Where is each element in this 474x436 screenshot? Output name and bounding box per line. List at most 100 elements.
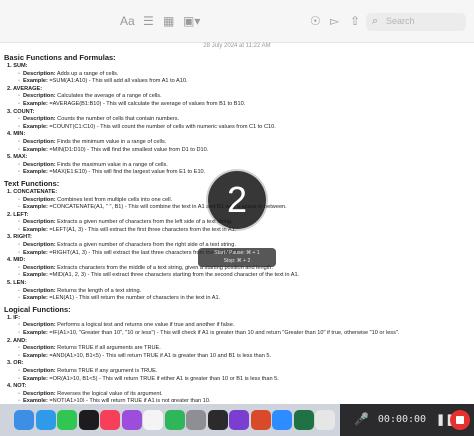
detail-label: Description: [22,93,56,100]
detail-label: Description: [22,322,56,329]
detail-text: =COUNT(C1:C10) - This will count the num… [47,123,276,130]
function-name: 4. MIN: [7,131,26,138]
function-detail: Example: =NOT(A1>10) - This will return … [18,398,474,402]
detail-label: Description: [22,287,56,294]
detail-text: =AND(A1>10, B1<5) - This will return TRU… [47,352,272,359]
format-text-icon[interactable]: Aa [120,14,135,28]
dock-calendar-icon[interactable] [143,410,163,430]
detail-text: Reverses the logical value of its argume… [55,390,163,397]
function-name: 5. MAX: [7,154,28,161]
detail-text: Finds the minimum value in a range of ce… [55,138,167,145]
stop-button[interactable] [450,410,470,430]
detail-label: Example: [22,249,48,256]
dock-terminal-icon[interactable] [207,410,228,430]
function-detail: Description: Returns TRUE if any argumen… [18,368,474,376]
detail-text: =MID(A1, 2, 3) - This will extract three… [47,272,300,279]
detail-label: Description: [22,264,56,271]
detail-text: Adds up a range of cells. [55,70,119,77]
search-field[interactable]: ⌕ Search [366,13,466,31]
search-icon: ⌕ [372,15,379,27]
function-name: 1. IF: [7,314,21,321]
function-detail: Description: Performs a logical test and… [18,322,474,330]
detail-label: Description: [22,367,56,374]
function-name: 3. COUNT: [7,108,35,115]
dock-trash-icon[interactable] [315,410,335,430]
notes-toolbar: Aa ☰ ▦ ▣▾ ☉ ▻ ⇧ ⌕ Search [0,0,474,43]
detail-label: Description: [22,116,56,123]
function-detail: Description: Counts the number of cells … [18,116,474,124]
share-icon[interactable]: ⇧ [350,14,360,28]
detail-text: Combines text from multiple cells into o… [55,196,173,203]
function-detail: Description: Adds up a range of cells. [18,71,474,79]
media-icon[interactable]: ▣▾ [183,14,200,28]
detail-label: Example: [22,295,48,302]
function-detail: Example: =AVERAGE(B1:B10) - This will ca… [18,101,474,109]
note-date: 28 July 2024 at 11:22 AM [203,43,271,49]
function-detail: Example: =MID(A1, 2, 3) - This will extr… [18,272,474,280]
recording-timer: 00:00:00 [377,414,427,425]
detail-label: Example: [22,330,48,336]
function-detail: Example: =MIN(D1:D10) - This will find t… [18,147,474,155]
detail-text: Extracts a given number of characters fr… [55,219,233,226]
function-detail: Description: Returns TRUE if all argumen… [18,345,474,353]
lock-icon[interactable]: ▻ [330,14,339,28]
dock-safari-icon[interactable] [35,410,56,430]
dock-messages-icon[interactable] [57,410,77,430]
dock-music-icon[interactable] [100,410,120,430]
mic-muted-icon[interactable]: 🎤 [354,412,369,426]
detail-text: Returns the length of a text string. [55,287,142,294]
detail-label: Description: [22,242,56,249]
function-name: 2. AND: [7,337,27,344]
detail-text: Counts the number of cells that contain … [55,116,180,123]
checklist-icon[interactable]: ☰ [143,14,154,28]
function-detail: Example: =AND(A1>10, B1<5) - This will r… [18,353,474,361]
collaborate-icon[interactable]: ☉ [310,14,321,28]
detail-text: =OR(A1>10, B1<5) - This will return TRUE… [47,375,279,382]
detail-label: Description: [22,70,56,77]
function-detail: Description: Reverses the logical value … [18,391,474,399]
dock-numbers-icon[interactable] [164,410,185,430]
function-name: 3. OR: [7,360,24,367]
detail-text: =MAX(E1:E10) - This will find the larges… [47,169,206,176]
detail-text: Finds the maximum value in a range of ce… [55,161,168,168]
detail-label: Example: [22,146,48,153]
dock-app-purple-icon[interactable] [229,410,249,430]
detail-label: Description: [22,196,56,203]
recorder-bar: 🎤 00:00:00 ❚❚ [340,404,474,436]
detail-text: =AVERAGE(B1:B10) - This will calculate t… [47,100,246,107]
dock-tv-icon[interactable] [78,410,99,430]
function-detail: Description: Finds the maximum value in … [18,162,474,170]
function-detail: Example: =LEFT(A1, 3) - This will extrac… [18,227,474,235]
detail-label: Example: [22,204,48,211]
detail-label: Example: [22,352,48,359]
function-detail: Description: Finds the minimum value in … [18,139,474,147]
detail-label: Description: [22,161,56,168]
detail-text: =NOT(A1>10) - This will return TRUE if A… [47,398,211,402]
detail-label: Example: [22,169,48,176]
detail-text: =MIN(D1:D10) - This will find the smalle… [47,146,209,153]
shortcut-hint: Start / Pause: ⌘ + 1 Stop: ⌘ + 2 [198,248,276,267]
function-detail: Description: Returns the length of a tex… [18,288,474,296]
hint-start: Start / Pause: ⌘ + 1 [214,250,260,256]
dock-podcasts-icon[interactable] [121,410,142,430]
dock-zoom-icon[interactable] [272,410,292,430]
dock-finder-icon[interactable] [14,410,34,430]
detail-text: =IF(A1>10, "Greater than 10", "10 or les… [47,330,400,336]
detail-text: Performs a logical test and returns one … [55,322,235,329]
detail-text: =SUM(A1:A10) - This will add all values … [47,78,188,85]
detail-text: Returns TRUE if all arguments are TRUE. [55,345,161,352]
table-icon[interactable]: ▦ [163,14,174,28]
function-name: 2. AVERAGE: [7,85,43,92]
dock-excel-icon[interactable] [293,410,314,430]
detail-label: Example: [22,375,48,382]
function-detail: Description: Calculates the average of a… [18,93,474,101]
hint-stop: Stop: ⌘ + 2 [223,258,251,264]
dock-office-icon[interactable] [250,410,271,430]
section-heading: Basic Functions and Formulas: [4,53,116,62]
detail-text: Calculates the average of a range of cel… [55,93,162,100]
function-name: 3. RIGHT: [7,234,32,241]
dock-settings-icon[interactable] [186,410,206,430]
detail-label: Example: [22,272,48,279]
detail-label: Example: [22,78,48,85]
countdown-badge: 2 [208,171,266,229]
